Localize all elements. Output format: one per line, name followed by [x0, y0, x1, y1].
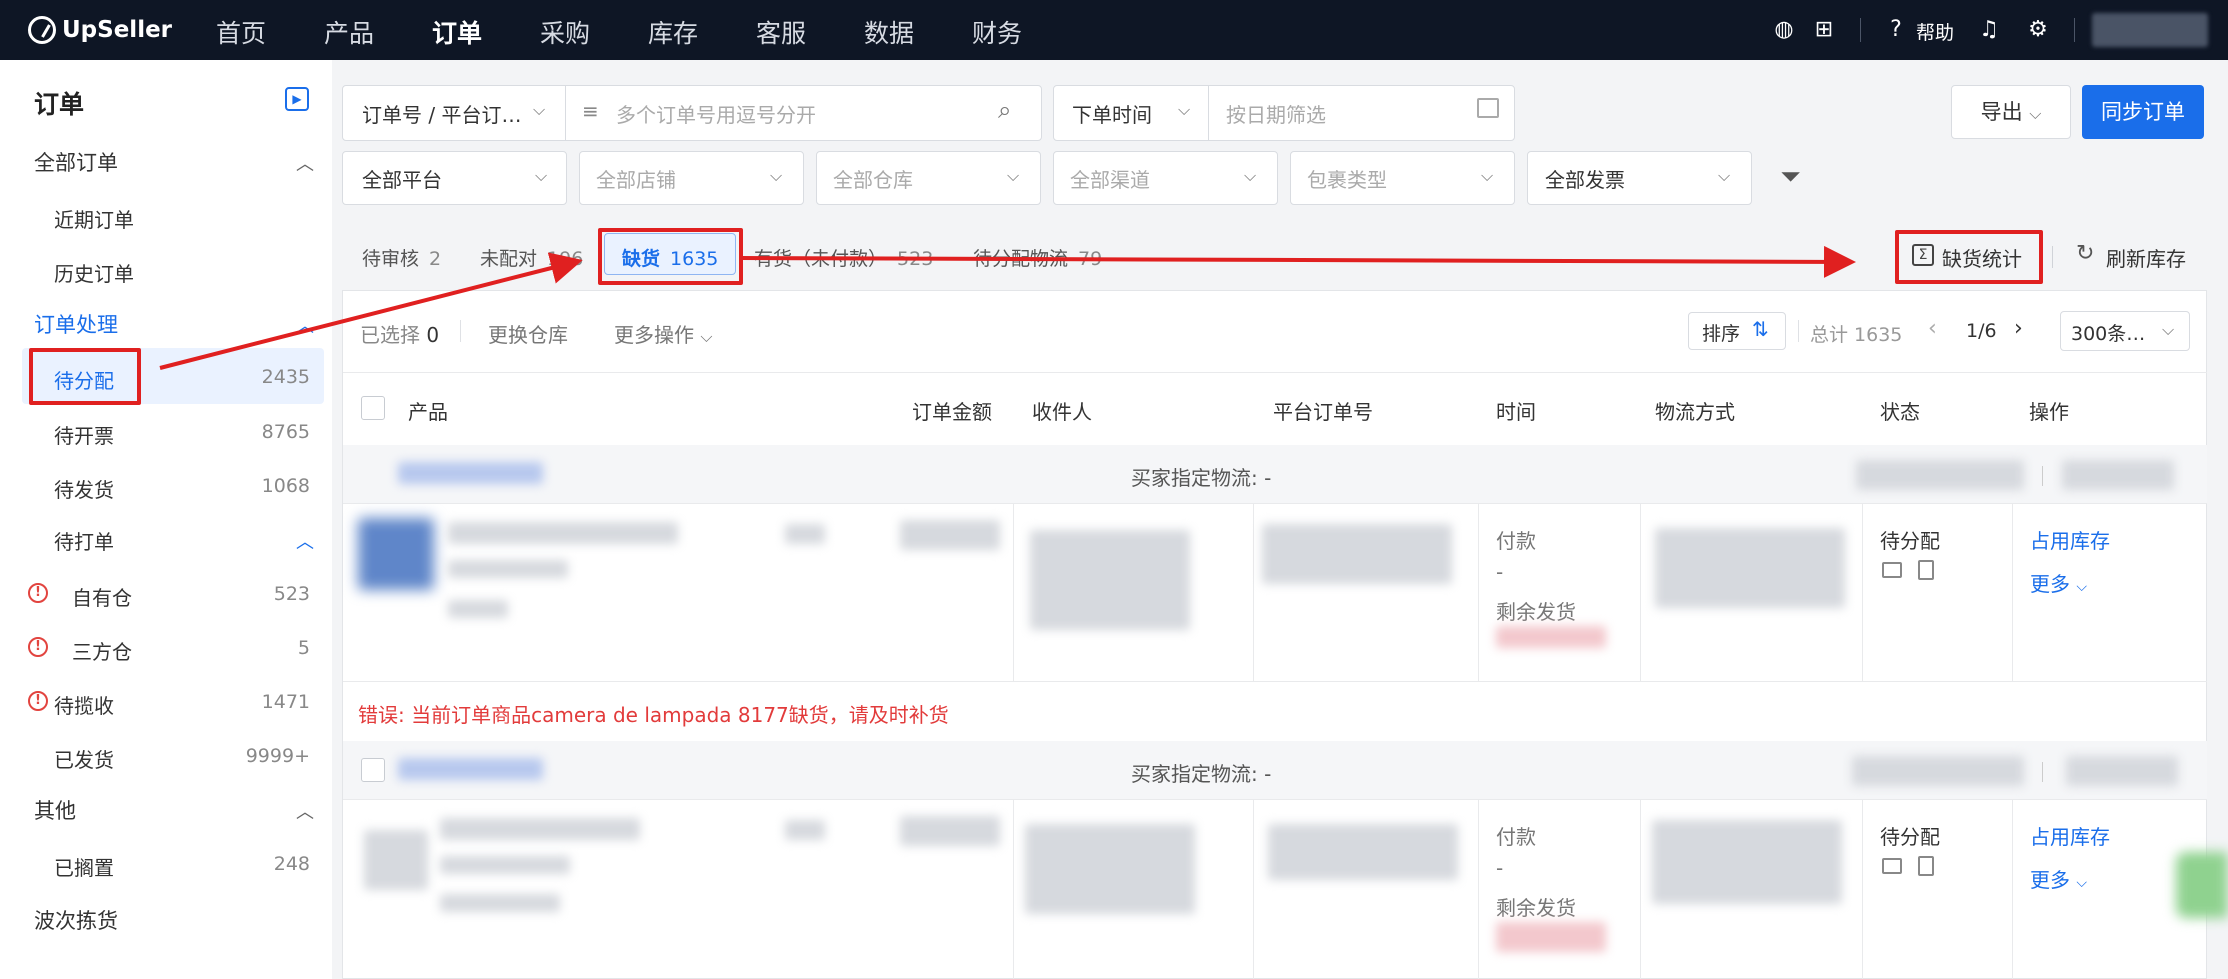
- annotation-arrow: [741, 245, 1856, 278]
- annotation-arrow: [159, 252, 583, 370]
- annotation-arrows: [159, 245, 1856, 370]
